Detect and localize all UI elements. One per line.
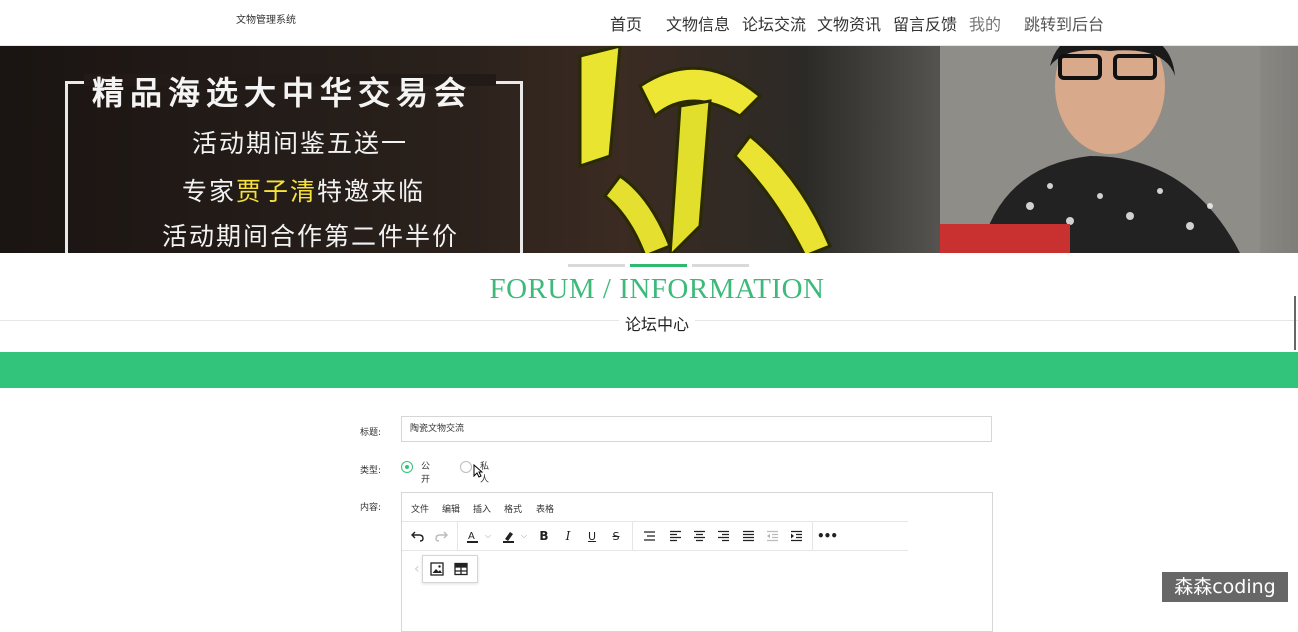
menu-format[interactable]: 格式 bbox=[504, 502, 522, 515]
svg-text:A: A bbox=[468, 531, 475, 542]
title-input[interactable]: 陶瓷文物交流 bbox=[401, 416, 992, 442]
carousel-indicator-1[interactable] bbox=[568, 264, 625, 267]
justify-icon[interactable] bbox=[739, 527, 757, 545]
menu-edit[interactable]: 编辑 bbox=[442, 502, 460, 515]
banner-line-2-highlight: 贾子清 bbox=[236, 177, 318, 206]
banner-person-image bbox=[940, 46, 1260, 253]
undo-icon[interactable] bbox=[408, 527, 426, 545]
carousel-indicator-2[interactable] bbox=[630, 264, 687, 267]
outdent-icon[interactable] bbox=[763, 527, 781, 545]
type-radio-private[interactable] bbox=[460, 461, 472, 473]
italic-icon[interactable]: I bbox=[559, 527, 577, 545]
rich-text-editor[interactable]: 文件 编辑 插入 格式 表格 A ⌵ ⌵ B I U S ••• ‹ bbox=[401, 492, 993, 632]
strikethrough-icon[interactable]: S bbox=[607, 527, 625, 545]
site-brand[interactable]: 文物管理系统 bbox=[236, 11, 296, 26]
bold-icon[interactable]: B bbox=[535, 527, 553, 545]
line-height-icon[interactable] bbox=[640, 527, 658, 545]
nav-home[interactable]: 首页 bbox=[610, 11, 642, 35]
toolbar-separator bbox=[457, 522, 458, 550]
carousel-indicators bbox=[568, 264, 749, 267]
toolbar-separator bbox=[812, 522, 813, 550]
banner-line-2-prefix: 专家 bbox=[182, 177, 237, 206]
nav-feedback[interactable]: 留言反馈 bbox=[893, 11, 957, 35]
banner-title: 精品海选大中华交易会 bbox=[92, 74, 473, 112]
indent-icon[interactable] bbox=[787, 527, 805, 545]
align-right-icon[interactable] bbox=[714, 527, 732, 545]
type-radio-public-label[interactable]: 公开 bbox=[421, 461, 430, 487]
banner-line-2-suffix: 特邀来临 bbox=[317, 177, 426, 206]
title-label: 标题: bbox=[360, 428, 382, 438]
editor-menubar: 文件 编辑 插入 格式 表格 bbox=[402, 493, 992, 521]
section-title-zh-text: 论坛中心 bbox=[618, 315, 695, 334]
type-label: 类型: bbox=[360, 466, 382, 476]
top-header: 文物管理系统 首页 文物信息 论坛交流 文物资讯 留言反馈 我的 跳转到后台 bbox=[0, 0, 1298, 46]
banner-line-3: 活动期间合作第二件半价 bbox=[162, 222, 460, 251]
section-green-bar bbox=[0, 352, 1298, 388]
carousel-indicator-3[interactable] bbox=[692, 264, 749, 267]
banner-line-1: 活动期间鉴五送一 bbox=[192, 129, 409, 158]
underline-icon[interactable]: U bbox=[583, 527, 601, 545]
content-label: 内容: bbox=[360, 503, 382, 513]
quickbar-pointer-icon: ‹ bbox=[414, 561, 420, 577]
menu-file[interactable]: 文件 bbox=[411, 502, 429, 515]
nav-mine[interactable]: 我的 bbox=[969, 11, 1001, 35]
nav-forum[interactable]: 论坛交流 bbox=[742, 11, 806, 35]
table-icon[interactable] bbox=[453, 561, 469, 577]
font-color-icon[interactable]: A bbox=[463, 527, 481, 545]
nav-relics[interactable]: 文物信息 bbox=[666, 11, 730, 35]
menu-table[interactable]: 表格 bbox=[536, 502, 554, 515]
image-icon[interactable] bbox=[429, 561, 445, 577]
type-radio-public[interactable] bbox=[401, 461, 413, 473]
align-left-icon[interactable] bbox=[666, 527, 684, 545]
redo-icon[interactable] bbox=[432, 527, 450, 545]
watermark: 森森coding bbox=[1162, 572, 1288, 602]
section-title-en: FORUM / INFORMATION bbox=[489, 273, 825, 305]
mouse-cursor-icon bbox=[473, 464, 483, 478]
banner-carousel[interactable]: 精品海选大中华交易会 活动期间鉴五送一 专家贾子清特邀来临 活动期间合作第二件半… bbox=[0, 46, 1298, 253]
editor-toolbar: A ⌵ ⌵ B I U S ••• bbox=[402, 521, 908, 551]
highlight-icon[interactable] bbox=[499, 527, 517, 545]
editor-quickbar bbox=[422, 555, 478, 583]
font-color-dropdown-icon[interactable]: ⌵ bbox=[485, 531, 491, 541]
more-icon[interactable]: ••• bbox=[817, 527, 838, 545]
highlight-dropdown-icon[interactable]: ⌵ bbox=[521, 531, 527, 541]
section-title-zh: 论坛中心 bbox=[0, 311, 1298, 335]
banner-line-2: 专家贾子清特邀来临 bbox=[182, 172, 425, 208]
banner-calligraphy-image bbox=[578, 46, 832, 253]
align-center-icon[interactable] bbox=[690, 527, 708, 545]
scrollbar-thumb[interactable] bbox=[1294, 296, 1296, 350]
menu-insert[interactable]: 插入 bbox=[473, 502, 491, 515]
nav-news[interactable]: 文物资讯 bbox=[817, 11, 881, 35]
toolbar-separator bbox=[632, 522, 633, 550]
nav-admin[interactable]: 跳转到后台 bbox=[1024, 11, 1104, 35]
